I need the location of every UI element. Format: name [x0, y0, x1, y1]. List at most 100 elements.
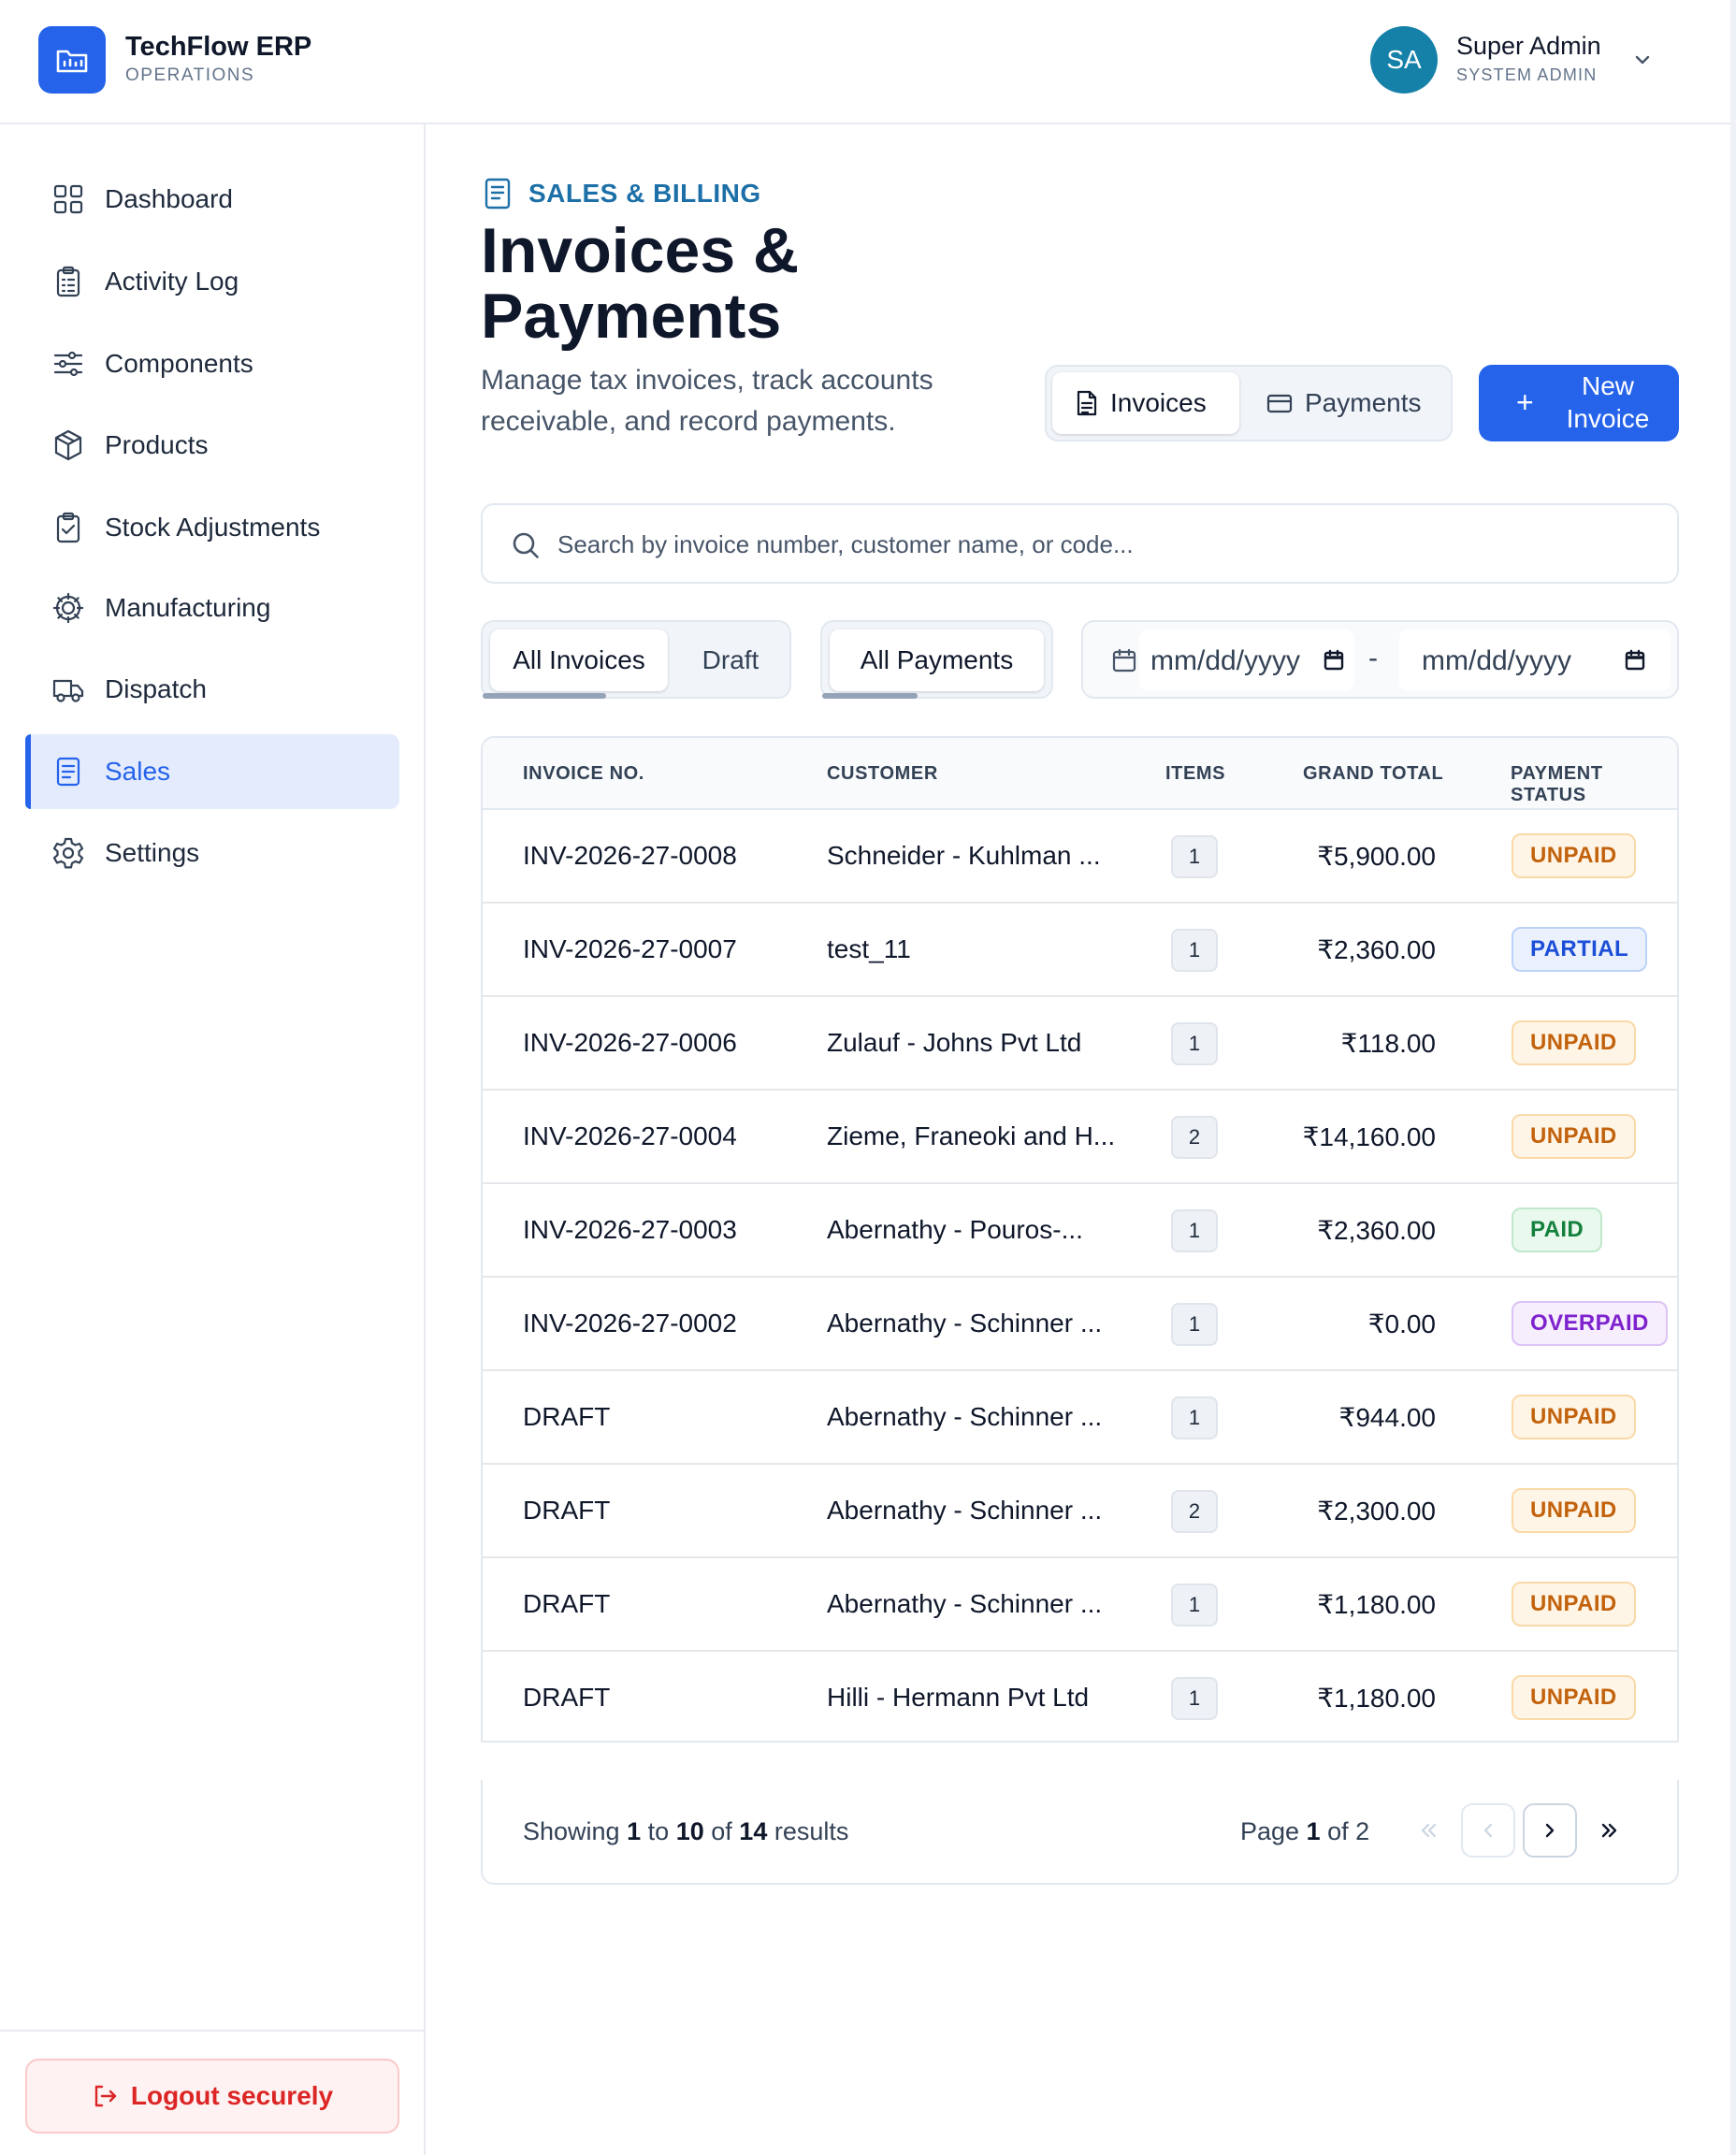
filter-all-invoices[interactable]: All Invoices [490, 629, 668, 691]
date-from-input[interactable]: mm/dd/yyyy [1139, 629, 1354, 691]
user-avatar[interactable]: SA [1370, 26, 1438, 94]
table-row[interactable]: INV-2026-27-0007 test_11 1 ₹2,360.00 PARTIAL [483, 904, 1677, 997]
date-to-placeholder: mm/dd/yyyy [1422, 645, 1572, 676]
app-name: TechFlow ERP [125, 32, 312, 62]
first-page-button[interactable] [1401, 1803, 1455, 1858]
search-input[interactable] [557, 522, 1652, 567]
date-to-input[interactable]: mm/dd/yyyy [1399, 629, 1671, 691]
calendar-icon [1111, 647, 1137, 673]
customer-cell: test_11 [827, 934, 911, 963]
calendar-picker-icon[interactable] [1624, 649, 1646, 672]
column-header-payment-status[interactable]: PAYMENT STATUS [1511, 763, 1677, 806]
grand-total-cell: ₹2,300.00 [1317, 1497, 1436, 1526]
items-count-badge: 1 [1171, 1396, 1218, 1439]
grand-total-cell: ₹14,160.00 [1302, 1122, 1436, 1151]
invoice-number-cell[interactable]: DRAFT [523, 1496, 610, 1526]
table-row[interactable]: INV-2026-27-0008 Schneider - Kuhlman ... 1… [483, 810, 1677, 904]
column-header-invoice-no[interactable]: INVOICE NO. [523, 763, 644, 785]
invoice-number-cell[interactable]: INV-2026-27-0004 [523, 1121, 737, 1151]
customer-cell: Abernathy - Schinner ... [827, 1496, 1103, 1525]
table-row[interactable]: DRAFT Abernathy - Schinner ... 2 ₹2,300.00 U… [483, 1465, 1677, 1558]
date-range-filter: mm/dd/yyyy - mm/dd/yyyy [1081, 620, 1679, 699]
invoice-number-cell[interactable]: INV-2026-27-0003 [523, 1215, 737, 1245]
next-page-button[interactable] [1523, 1803, 1577, 1858]
page-title: Invoices & Payments [481, 215, 800, 352]
table-row[interactable]: INV-2026-27-0004 Zieme, Franeoki and H...… [483, 1091, 1677, 1184]
column-header-items[interactable]: ITEMS [1165, 763, 1225, 785]
current-page: 1 [1306, 1817, 1321, 1845]
new-invoice-label: New Invoice [1566, 371, 1650, 433]
table-row[interactable]: DRAFT Abernathy - Schinner ... 1 ₹944.00 UNP… [483, 1371, 1677, 1465]
table-row[interactable]: INV-2026-27-0003 Abernathy - Pouros-... 1 ₹… [483, 1184, 1677, 1278]
sidebar-item-dispatch[interactable]: Dispatch [25, 652, 399, 727]
results-to: 10 [675, 1817, 704, 1845]
sidebar-item-activity-log[interactable]: Activity Log [25, 244, 399, 319]
customer-cell: Zieme, Franeoki and H... [827, 1121, 1116, 1150]
filter-all-payments[interactable]: All Payments [830, 629, 1044, 691]
filter-draft[interactable]: Draft [675, 629, 786, 691]
items-count-badge: 1 [1171, 929, 1218, 972]
payments-view-tab[interactable]: Payments [1243, 372, 1449, 434]
table-row[interactable]: DRAFT Hilli - Hermann Pvt Ltd 1 ₹1,180.00 UN… [483, 1652, 1677, 1741]
user-name[interactable]: Super Admin [1456, 32, 1601, 61]
grand-total-cell: ₹0.00 [1367, 1309, 1436, 1338]
invoices-view-tab[interactable]: Invoices [1052, 372, 1239, 434]
grand-total-cell: ₹2,360.00 [1317, 935, 1436, 964]
items-count-badge: 2 [1171, 1490, 1218, 1533]
sidebar-item-products[interactable]: Products [25, 408, 399, 483]
results-total: 14 [739, 1817, 768, 1845]
table-row[interactable]: DRAFT Abernathy - Schinner ... 1 ₹1,180.00 U… [483, 1558, 1677, 1652]
calendar-picker-icon[interactable] [1323, 649, 1345, 672]
chevrons-right-icon [1599, 1819, 1621, 1842]
new-invoice-button[interactable]: + New Invoice [1479, 365, 1679, 441]
pagination-bar: Showing 1 to 10 of 14 results Page 1 of … [481, 1780, 1679, 1885]
invoice-number-cell[interactable]: INV-2026-27-0006 [523, 1028, 737, 1058]
invoice-number-cell[interactable]: DRAFT [523, 1683, 610, 1713]
status-badge: UNPAID [1512, 1675, 1636, 1720]
table-row[interactable]: INV-2026-27-0006 Zulauf - Johns Pvt Ltd 1 ₹… [483, 997, 1677, 1091]
invoice-number-cell[interactable]: INV-2026-27-0002 [523, 1309, 737, 1338]
last-page-button[interactable] [1583, 1803, 1637, 1858]
invoice-number-cell[interactable]: DRAFT [523, 1589, 610, 1619]
grid-icon [51, 182, 85, 216]
sidebar-item-dashboard[interactable]: Dashboard [25, 162, 399, 237]
invoice-number-cell[interactable]: INV-2026-27-0008 [523, 841, 737, 871]
status-badge: UNPAID [1512, 1488, 1636, 1533]
app-logo-icon[interactable] [38, 26, 106, 94]
status-badge: UNPAID [1512, 1395, 1636, 1439]
sidebar-item-label: Sales [105, 757, 171, 786]
date-from-placeholder: mm/dd/yyyy [1150, 645, 1301, 676]
sidebar-item-sales[interactable]: Sales [25, 734, 399, 809]
sidebar-item-components[interactable]: Components [25, 326, 399, 401]
status-badge: UNPAID [1512, 1020, 1636, 1065]
table-body: INV-2026-27-0008 Schneider - Kuhlman ... 1… [483, 810, 1677, 1741]
view-toggle: Invoices Payments [1045, 365, 1453, 441]
chevrons-left-icon [1417, 1819, 1439, 1842]
sidebar-item-settings[interactable]: Settings [25, 816, 399, 890]
table-row[interactable]: INV-2026-27-0002 Abernathy - Schinner ...… [483, 1278, 1677, 1371]
column-header-customer[interactable]: CUSTOMER [827, 763, 938, 785]
invoice-number-cell[interactable]: DRAFT [523, 1402, 610, 1432]
previous-page-button[interactable] [1461, 1803, 1515, 1858]
sidebar-item-label: Manufacturing [105, 593, 271, 622]
sidebar-item-label: Activity Log [105, 267, 239, 296]
sidebar-item-manufacturing[interactable]: Manufacturing [25, 571, 399, 645]
invoices-table: INVOICE NO. CUSTOMER ITEMS GRAND TOTAL P… [481, 736, 1679, 1743]
chevron-down-icon[interactable] [1629, 47, 1656, 73]
sidebar-item-stock-adjustments[interactable]: Stock Adjustments [25, 490, 399, 565]
status-badge: UNPAID [1512, 1582, 1636, 1627]
payment-filter-group: All Payments [820, 620, 1053, 699]
cog-icon [51, 591, 85, 625]
logout-button[interactable]: Logout securely [25, 2059, 399, 2133]
invoice-number-cell[interactable]: INV-2026-27-0007 [523, 934, 737, 964]
document-icon [51, 755, 85, 788]
grand-total-cell: ₹118.00 [1340, 1029, 1436, 1058]
grand-total-cell: ₹5,900.00 [1317, 842, 1436, 871]
chevron-left-icon [1477, 1819, 1499, 1842]
status-badge: UNPAID [1512, 833, 1636, 878]
column-header-grand-total[interactable]: GRAND TOTAL [1303, 763, 1443, 785]
clipboard-list-icon [51, 265, 85, 298]
package-icon [51, 428, 85, 462]
status-badge: UNPAID [1512, 1114, 1636, 1159]
sidebar: Dashboard Activity Log Components Produc… [0, 124, 426, 2155]
